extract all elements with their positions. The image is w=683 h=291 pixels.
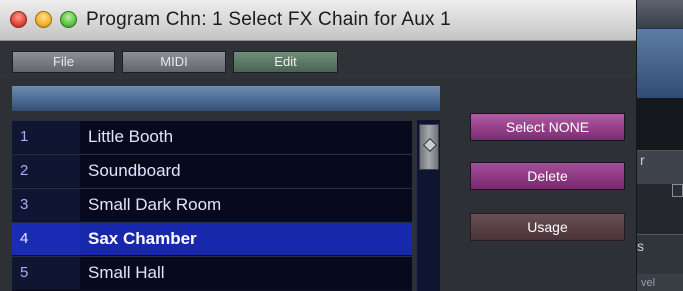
menu-bar: File MIDI Edit: [0, 41, 636, 79]
fx-chain-row-selected[interactable]: 4 Sax Chamber: [12, 222, 412, 255]
row-number: 4: [12, 223, 80, 255]
row-name: Small Hall: [80, 257, 412, 289]
fx-chain-row[interactable]: 1 Little Booth: [12, 120, 412, 153]
list-scrollbar[interactable]: [416, 120, 440, 291]
midi-menu-button[interactable]: MIDI: [122, 51, 226, 73]
row-number: 2: [12, 155, 80, 187]
fx-chain-row[interactable]: 3 Small Dark Room: [12, 188, 412, 221]
row-name: Little Booth: [80, 121, 412, 153]
row-number: 3: [12, 189, 80, 221]
row-name: Soundboard: [80, 155, 412, 187]
row-name: Sax Chamber: [80, 223, 412, 255]
title-bar[interactable]: Program Chn: 1 Select FX Chain for Aux 1: [0, 0, 636, 41]
list-header: [12, 86, 440, 111]
background-app-text: vel: [641, 277, 656, 289]
close-window-button[interactable]: [10, 11, 27, 28]
file-menu-button[interactable]: File: [12, 51, 115, 73]
background-app-text: s: [637, 238, 644, 254]
minimize-window-button[interactable]: [35, 11, 52, 28]
zoom-window-button[interactable]: [60, 11, 77, 28]
background-app-checkbox[interactable]: [672, 184, 683, 197]
window-title: Program Chn: 1 Select FX Chain for Aux 1: [86, 9, 451, 30]
fx-chain-window: Program Chn: 1 Select FX Chain for Aux 1…: [0, 0, 637, 291]
grip-icon: [422, 137, 438, 153]
background-app-text: r: [640, 152, 645, 168]
select-none-button[interactable]: Select NONE: [470, 113, 625, 141]
fx-chain-list: 1 Little Booth 2 Soundboard 3 Small Dark…: [12, 120, 412, 291]
row-name: Small Dark Room: [80, 189, 412, 221]
usage-button[interactable]: Usage: [470, 213, 625, 241]
row-number: 1: [12, 121, 80, 153]
scrollbar-thumb[interactable]: [419, 124, 439, 170]
background-app-toolbar: [636, 0, 683, 28]
delete-button[interactable]: Delete: [470, 162, 625, 190]
background-app-header: [636, 28, 683, 99]
row-number: 5: [12, 257, 80, 289]
fx-chain-row[interactable]: 5 Small Hall: [12, 256, 412, 289]
edit-menu-button[interactable]: Edit: [233, 51, 338, 73]
fx-chain-row[interactable]: 2 Soundboard: [12, 154, 412, 187]
background-app-area: [636, 98, 683, 150]
